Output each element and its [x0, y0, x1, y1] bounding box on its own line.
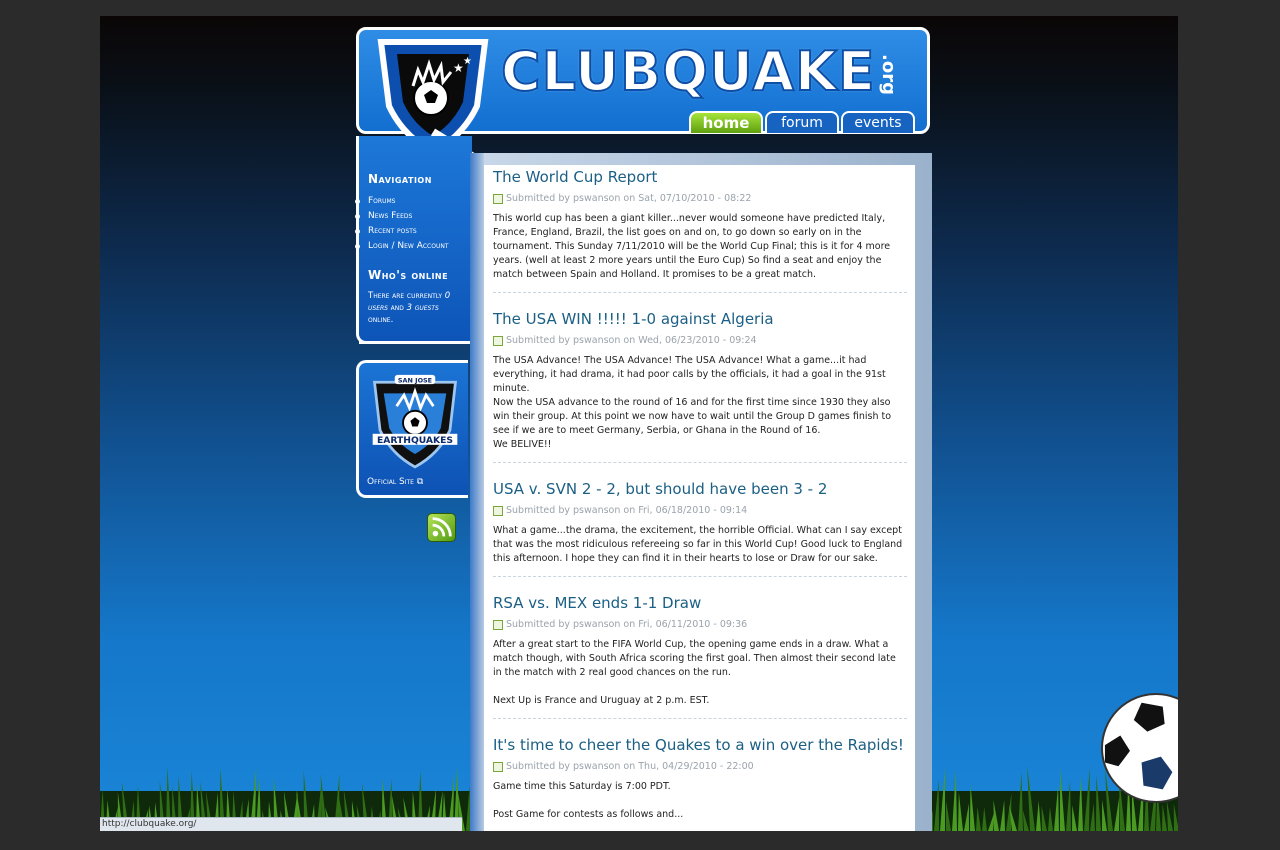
main-nav: home forum events [689, 111, 915, 133]
badge-name-text: EARTHQUAKES [377, 435, 453, 446]
post-meta: Submitted by pswanson on Fri, 06/11/2010… [493, 619, 907, 630]
post-meta: Submitted by pswanson on Wed, 06/23/2010… [493, 335, 907, 346]
post: The USA WIN !!!!! 1-0 against Algeria Su… [493, 307, 907, 463]
sidebar-item-news-feeds[interactable]: News Feeds [355, 209, 464, 224]
whos-online-text: There are currently 0 users and 3 guests… [368, 291, 451, 325]
sidebar-item-login[interactable]: Login / New Account [355, 239, 464, 254]
sidebar-item-recent-posts[interactable]: Recent posts [355, 224, 464, 239]
post-title[interactable]: RSA vs. MEX ends 1-1 Draw [493, 591, 907, 613]
sidebar-item-forums[interactable]: Forums [355, 194, 464, 209]
earthquakes-logo[interactable]: SAN JOSE EARTHQUAKES [369, 369, 461, 471]
page-background: ★ ★ CLUBQUAKE .org home forum events Nav… [100, 16, 1178, 831]
tab-events[interactable]: events [841, 111, 915, 133]
earthquakes-badge-box: SAN JOSE EARTHQUAKES Official Site ⧉ [356, 360, 468, 498]
external-link-icon: ⧉ [416, 477, 424, 487]
post: It's time to cheer the Quakes to a win o… [493, 733, 907, 831]
site-header: ★ ★ CLUBQUAKE .org home forum events [356, 27, 930, 156]
navigation-heading: Navigation [368, 172, 432, 186]
site-title[interactable]: CLUBQUAKE [500, 41, 876, 103]
navigation-list: Forums News Feeds Recent posts Login / N… [355, 194, 464, 254]
sidebar-navigation: Navigation Forums News Feeds Recent post… [355, 136, 472, 344]
post-meta: Submitted by pswanson on Sat, 07/10/2010… [493, 193, 907, 204]
calendar-icon [493, 619, 503, 630]
post-body: Game time this Saturday is 7:00 PDT. Pos… [493, 781, 684, 820]
post-meta: Submitted by pswanson on Fri, 06/18/2010… [493, 505, 907, 516]
official-site-link[interactable]: Official Site ⧉ [367, 477, 423, 487]
post-title[interactable]: The USA WIN !!!!! 1-0 against Algeria [493, 307, 907, 329]
post-meta: Submitted by pswanson on Thu, 04/29/2010… [493, 761, 907, 772]
calendar-icon [493, 761, 503, 772]
post-body: The USA Advance! The USA Advance! The US… [493, 355, 892, 450]
post: USA v. SVN 2 - 2, but should have been 3… [493, 477, 907, 577]
tab-forum[interactable]: forum [765, 111, 839, 133]
tab-home[interactable]: home [689, 111, 763, 133]
post-body: After a great start to the FIFA World Cu… [493, 639, 896, 706]
badge-top-text: SAN JOSE [398, 376, 432, 384]
calendar-icon [493, 505, 503, 516]
svg-text:★: ★ [463, 56, 472, 67]
post: The World Cup Report Submitted by pswans… [493, 165, 907, 293]
post-title[interactable]: The World Cup Report [493, 165, 907, 187]
post-title[interactable]: USA v. SVN 2 - 2, but should have been 3… [493, 477, 907, 499]
post-body: This world cup has been a giant killer..… [493, 213, 891, 280]
calendar-icon [493, 335, 503, 346]
site-title-suffix: .org [878, 54, 899, 95]
browser-status-bar: http://clubquake.org/ [100, 817, 462, 831]
post-title[interactable]: It's time to cheer the Quakes to a win o… [493, 733, 907, 755]
whos-online-heading: Who's online [368, 268, 449, 282]
main-content: The World Cup Report Submitted by pswans… [484, 165, 915, 831]
calendar-icon [493, 193, 503, 204]
post-body: What a game...the drama, the excitement,… [493, 525, 903, 564]
rss-feed-icon[interactable] [427, 513, 456, 542]
post: RSA vs. MEX ends 1-1 Draw Submitted by p… [493, 591, 907, 719]
